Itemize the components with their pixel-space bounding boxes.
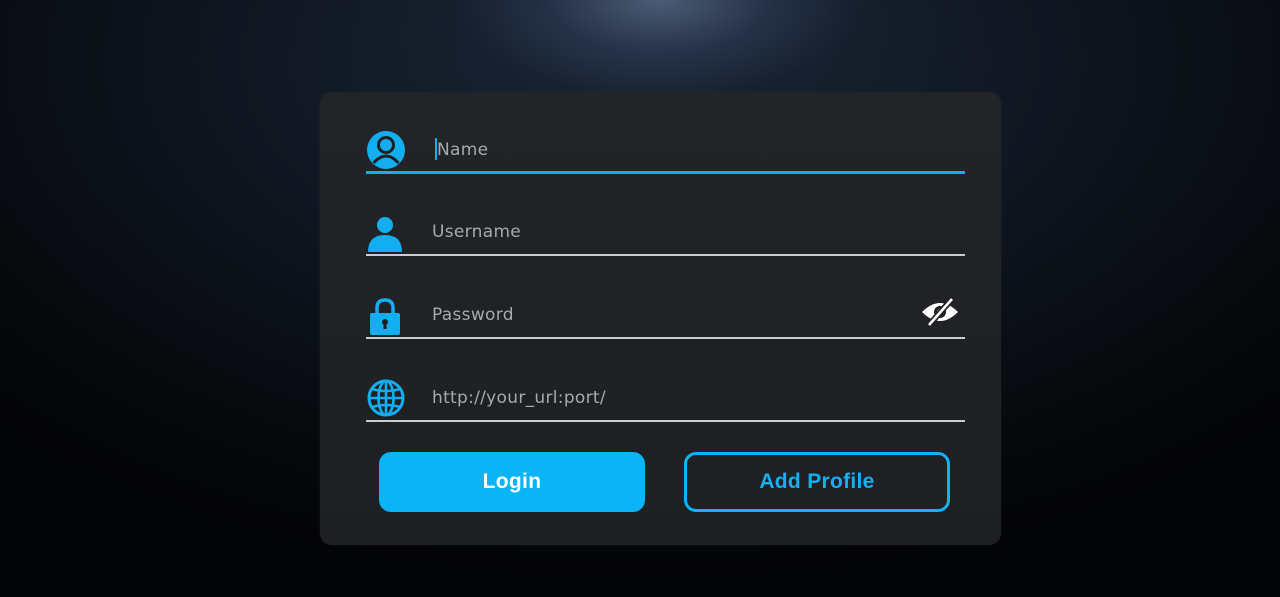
password-input[interactable]: Password — [432, 299, 514, 331]
login-card: Name Username Password http://your_url:p… — [320, 92, 1001, 545]
name-underline — [366, 171, 965, 174]
url-field[interactable]: http://your_url:port/ — [366, 374, 965, 422]
url-input[interactable]: http://your_url:port/ — [432, 382, 606, 414]
globe-icon — [366, 378, 406, 418]
password-field[interactable]: Password — [366, 291, 965, 339]
name-input[interactable]: Name — [437, 134, 488, 166]
username-input[interactable]: Username — [432, 216, 521, 248]
username-underline — [366, 254, 965, 256]
username-field[interactable]: Username — [366, 208, 965, 256]
user-circle-icon — [366, 130, 406, 170]
lock-icon — [366, 295, 406, 335]
login-button[interactable]: Login — [379, 452, 645, 512]
add-profile-button[interactable]: Add Profile — [684, 452, 950, 512]
eye-off-icon[interactable] — [921, 297, 959, 327]
password-underline — [366, 337, 965, 339]
name-field[interactable]: Name — [366, 126, 965, 174]
url-underline — [366, 420, 965, 422]
user-icon — [366, 212, 406, 252]
